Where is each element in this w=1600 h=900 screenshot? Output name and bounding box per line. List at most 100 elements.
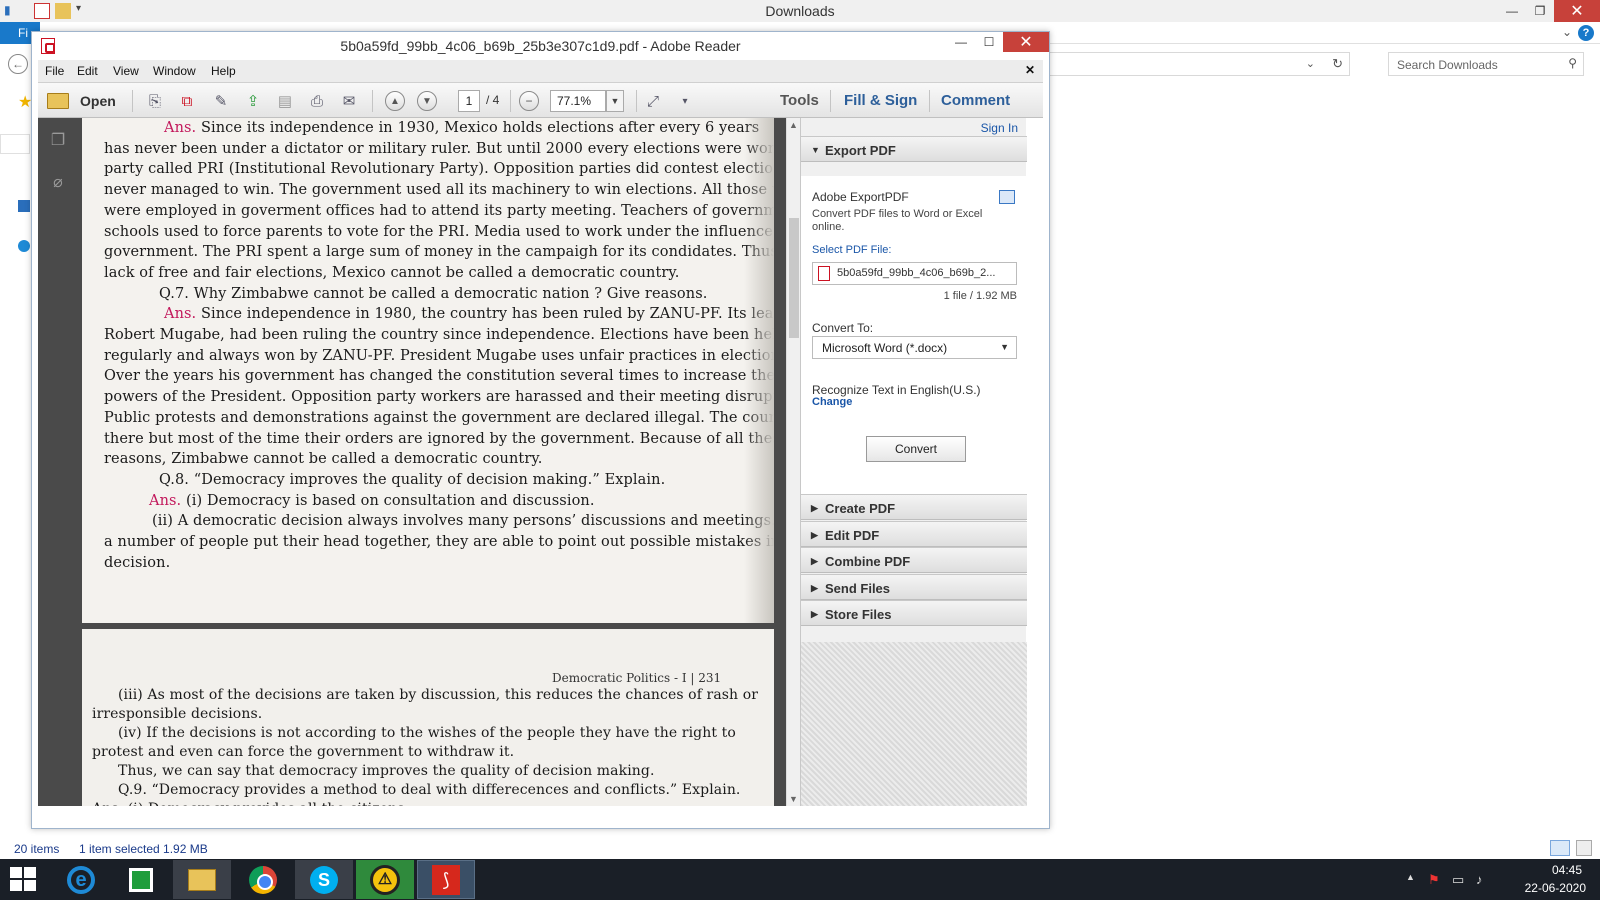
fit-page-icon[interactable]: ⤢: [642, 90, 664, 112]
document-text-line: (iii) As most of the decisions are taken…: [118, 687, 759, 703]
upload-icon[interactable]: ⇪: [242, 90, 264, 112]
skype-taskbar-button[interactable]: S: [295, 860, 353, 899]
create-pdf-section-header[interactable]: ▶ Create PDF: [801, 494, 1027, 520]
menu-window[interactable]: Window: [153, 64, 196, 78]
minimize-button[interactable]: —: [947, 32, 975, 52]
zoom-dropdown-icon[interactable]: ▼: [606, 90, 624, 112]
menu-edit[interactable]: Edit: [77, 64, 98, 78]
export-title: Adobe ExportPDF: [812, 190, 909, 204]
refresh-icon[interactable]: ↻: [1332, 56, 1343, 72]
help-icon[interactable]: ?: [1578, 25, 1594, 41]
warning-app-taskbar-button[interactable]: ⚠: [356, 860, 414, 899]
page-thumbnails-icon[interactable]: ❐: [48, 130, 68, 152]
network-icon[interactable]: [18, 240, 30, 252]
zoom-input[interactable]: 77.1%: [550, 90, 606, 112]
action-center-icon[interactable]: ⚑: [1428, 872, 1440, 888]
recognize-text-label: Recognize Text in English(U.S.): [812, 383, 981, 397]
document-text-line: (iv) If the decisions is not according t…: [118, 725, 736, 741]
toolbar-options-icon[interactable]: ▾: [674, 90, 696, 112]
chrome-taskbar-button[interactable]: [234, 860, 292, 899]
convert-to-value: Microsoft Word (*.docx): [822, 341, 948, 355]
sign-in-link[interactable]: Sign In: [981, 121, 1018, 135]
expand-triangle-icon: ▶: [811, 609, 818, 619]
chrome-icon: [249, 865, 277, 894]
close-document-icon[interactable]: ✕: [1025, 63, 1035, 77]
menu-help[interactable]: Help: [211, 64, 236, 78]
convert-to-select[interactable]: Microsoft Word (*.docx) ▼: [812, 336, 1017, 359]
clock-time[interactable]: 04:45: [1552, 863, 1582, 877]
document-scrollbar[interactable]: ▲ ▼: [786, 118, 800, 806]
send-files-section-header[interactable]: ▶ Send Files: [801, 573, 1027, 600]
minimize-button[interactable]: —: [1498, 0, 1526, 22]
scroll-thumb[interactable]: [789, 218, 799, 338]
document-text-line: there but most of the time their orders …: [104, 430, 774, 447]
file-explorer-icon: [188, 868, 216, 891]
clock-date[interactable]: 22-06-2020: [1525, 881, 1586, 895]
next-page-icon[interactable]: ▼: [417, 91, 437, 111]
edit-pdf-section-header[interactable]: ▶ Edit PDF: [801, 520, 1027, 547]
expand-ribbon-icon[interactable]: ⌄: [1562, 25, 1572, 39]
store-taskbar-button[interactable]: [112, 860, 170, 899]
menu-view[interactable]: View: [113, 64, 139, 78]
open-button[interactable]: Open: [80, 93, 116, 109]
edit-icon[interactable]: ✎: [210, 90, 232, 112]
back-arrow-icon[interactable]: ←: [8, 54, 28, 74]
export-info-icon[interactable]: [999, 190, 1015, 204]
scroll-down-icon[interactable]: ▼: [789, 794, 798, 804]
address-box[interactable]: ⌄ ↻: [1030, 52, 1350, 76]
tasks-pane: Sign In ▼ Export PDF Adobe ExportPDF Con…: [800, 118, 1027, 806]
menu-file[interactable]: File: [45, 64, 64, 78]
export-pdf-section-header[interactable]: ▼ Export PDF: [801, 136, 1027, 162]
close-button[interactable]: ✕: [1003, 32, 1049, 52]
print-icon[interactable]: ⎙: [306, 90, 328, 112]
close-button[interactable]: ✕: [1554, 0, 1600, 22]
internet-explorer-taskbar-button[interactable]: e: [52, 860, 110, 899]
previous-page-icon[interactable]: ▲: [385, 91, 405, 111]
attachments-icon[interactable]: ⌀: [48, 172, 68, 194]
email-icon[interactable]: ✉: [338, 90, 360, 112]
create-pdf-icon[interactable]: ⎘: [144, 90, 166, 112]
search-icon[interactable]: ⚲: [1568, 56, 1577, 70]
large-icons-view-icon[interactable]: [1576, 840, 1592, 856]
change-language-link[interactable]: Change: [812, 396, 852, 408]
toolbar-separator: [510, 90, 511, 112]
file-explorer-taskbar-button[interactable]: [173, 860, 231, 899]
maximize-button[interactable]: ☐: [975, 32, 1003, 52]
reader-title: 5b0a59fd_99bb_4c06_b69b_25b3e307c1d9.pdf…: [340, 38, 741, 54]
page-number-input[interactable]: 1: [458, 90, 480, 112]
search-input[interactable]: Search Downloads ⚲: [1388, 52, 1584, 76]
comment-button[interactable]: Comment: [941, 92, 1010, 109]
scroll-up-icon[interactable]: ▲: [789, 120, 798, 130]
selected-file-field[interactable]: 5b0a59fd_99bb_4c06_b69b_2...: [812, 262, 1017, 285]
select-pdf-label: Select PDF File:: [812, 244, 892, 256]
reader-titlebar: 5b0a59fd_99bb_4c06_b69b_25b3e307c1d9.pdf…: [32, 32, 1049, 60]
network-tray-icon[interactable]: ▭: [1452, 872, 1464, 888]
adobe-reader-taskbar-button[interactable]: ⟆: [417, 860, 475, 899]
export-pdf-icon[interactable]: ⧉: [176, 90, 198, 112]
document-text-line: Q.9. “Democracy provides a method to dea…: [118, 782, 741, 798]
combine-pdf-section-header[interactable]: ▶ Combine PDF: [801, 547, 1027, 573]
nav-pane-item[interactable]: [0, 134, 30, 154]
details-view-icon[interactable]: [1550, 840, 1570, 856]
this-pc-icon[interactable]: [18, 200, 30, 212]
restore-button[interactable]: ❐: [1526, 0, 1554, 22]
document-text-line: reasons, Zimbabwe cannot be called a dem…: [104, 451, 543, 468]
pane-empty-area: [801, 642, 1027, 806]
volume-icon[interactable]: ♪: [1476, 872, 1483, 887]
show-hidden-icons-icon[interactable]: ▲: [1406, 872, 1415, 882]
menu-bar: File Edit View Window Help ✕: [38, 60, 1043, 82]
fill-sign-button[interactable]: Fill & Sign: [844, 92, 917, 109]
tools-button[interactable]: Tools: [780, 92, 819, 109]
address-history-icon[interactable]: ⌄: [1306, 57, 1315, 70]
zoom-out-icon[interactable]: −: [519, 91, 539, 111]
toolbar-separator: [132, 90, 133, 112]
document-text-line: irresponsible decisions.: [92, 706, 263, 722]
explorer-titlebar: ▮ ▾ Downloads — ❐ ✕: [0, 0, 1600, 22]
open-folder-icon[interactable]: [46, 90, 70, 112]
convert-button[interactable]: Convert: [866, 436, 966, 462]
document-text-line: Public protests and demonstrations again…: [104, 409, 774, 426]
save-icon[interactable]: ▤: [274, 90, 296, 112]
document-view[interactable]: Ans. Since its independence in 1930, Mex…: [80, 118, 786, 806]
start-button[interactable]: [10, 867, 38, 893]
store-files-section-header[interactable]: ▶ Store Files: [801, 600, 1027, 626]
